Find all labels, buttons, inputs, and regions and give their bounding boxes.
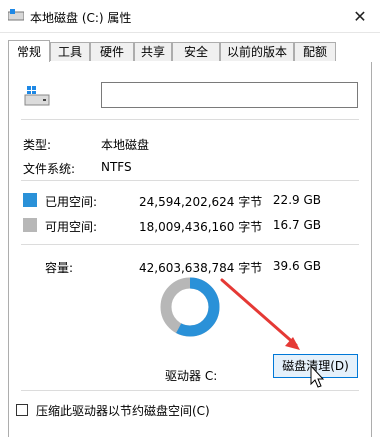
free-space-swatch — [23, 218, 37, 232]
used-space-size: 22.9 GB — [272, 193, 321, 207]
close-button[interactable]: ✕ — [340, 0, 380, 32]
tab-tools[interactable]: 工具 — [50, 42, 90, 61]
close-icon: ✕ — [353, 6, 367, 26]
free-space-label: 可用空间: — [45, 220, 98, 234]
tab-general[interactable]: 常规 — [8, 40, 50, 63]
tab-strip: 常规 工具 硬件 共享 安全 以前的版本 配额 — [8, 40, 372, 63]
volume-name-input[interactable] — [101, 82, 358, 108]
disk-usage-donut — [160, 277, 220, 337]
drive-icon — [24, 86, 50, 106]
filesystem-label: 文件系统: — [23, 162, 76, 176]
divider — [21, 119, 359, 120]
drive-icon — [8, 9, 24, 21]
free-space-size: 16.7 GB — [272, 218, 321, 232]
general-panel: 类型: 本地磁盘 文件系统: NTFS 已用空间: 24,594,202,624… — [8, 62, 372, 437]
window-title: 本地磁盘 (C:) 属性 — [30, 11, 132, 25]
divider — [21, 244, 359, 245]
capacity-label: 容量: — [45, 261, 74, 275]
type-label: 类型: — [23, 138, 52, 152]
free-space-bytes: 18,009,436,160 字节 — [139, 220, 263, 234]
tab-quota[interactable]: 配额 — [294, 42, 336, 61]
type-value: 本地磁盘 — [101, 138, 150, 152]
filesystem-value: NTFS — [101, 160, 132, 174]
tab-previous-versions[interactable]: 以前的版本 — [220, 42, 294, 61]
tab-security[interactable]: 安全 — [172, 42, 220, 61]
disk-cleanup-button[interactable]: 磁盘清理(D) — [273, 354, 358, 378]
divider — [21, 180, 359, 181]
used-space-swatch — [23, 193, 37, 207]
compress-checkbox[interactable] — [16, 404, 28, 416]
drive-label: 驱动器 C: — [165, 369, 218, 383]
divider — [21, 390, 359, 391]
title-bar: 本地磁盘 (C:) 属性 ✕ — [0, 0, 380, 33]
tab-sharing[interactable]: 共享 — [134, 42, 172, 61]
compress-checkbox-label: 压缩此驱动器以节约磁盘空间(C) — [36, 404, 210, 418]
used-space-bytes: 24,594,202,624 字节 — [139, 195, 263, 209]
capacity-size: 39.6 GB — [272, 259, 321, 273]
capacity-bytes: 42,603,638,784 字节 — [139, 261, 263, 275]
used-space-label: 已用空间: — [45, 195, 98, 209]
tab-hardware[interactable]: 硬件 — [90, 42, 134, 61]
